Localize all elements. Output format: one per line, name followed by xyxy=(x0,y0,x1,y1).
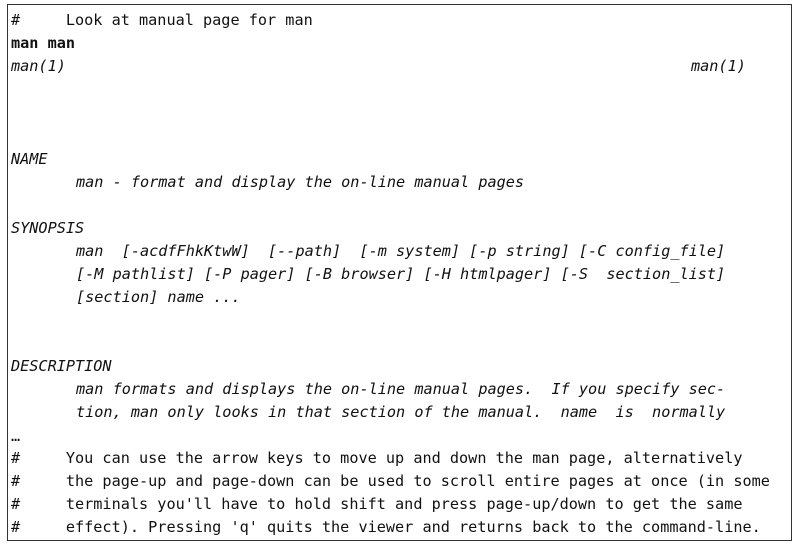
man-header-left: man(1) xyxy=(11,57,66,75)
synopsis-line: [section] name ... xyxy=(76,288,241,306)
comment-bottom-line: # the page-up and page-down can be used … xyxy=(11,472,770,490)
comment-bottom-line: # You can use the arrow keys to move up … xyxy=(11,449,743,467)
command-line: man man xyxy=(11,34,76,52)
description-line: tion, man only looks in that section of … xyxy=(76,403,726,421)
section-title-description: DESCRIPTION xyxy=(11,357,112,375)
synopsis-line: [-M pathlist] [-P pager] [-B browser] [-… xyxy=(76,265,726,283)
description-line: man formats and displays the on-line man… xyxy=(76,380,726,398)
terminal-window[interactable]: # Look at manual page for man man man ma… xyxy=(7,4,792,541)
section-title-synopsis: SYNOPSIS xyxy=(11,219,85,237)
synopsis-line: man [-acdfFhkKtwW] [--path] [-m system] … xyxy=(76,242,726,260)
ellipsis-marker: … xyxy=(11,427,21,445)
man-header-right: man(1) xyxy=(691,57,746,75)
section-title-name: NAME xyxy=(11,150,48,168)
comment-bottom-line: # terminals you'll have to hold shift an… xyxy=(11,495,743,513)
comment-bottom-line: # effect). Pressing 'q' quits the viewer… xyxy=(11,518,761,536)
name-line: man - format and display the on-line man… xyxy=(76,173,525,191)
comment-top: # Look at manual page for man xyxy=(11,11,313,29)
